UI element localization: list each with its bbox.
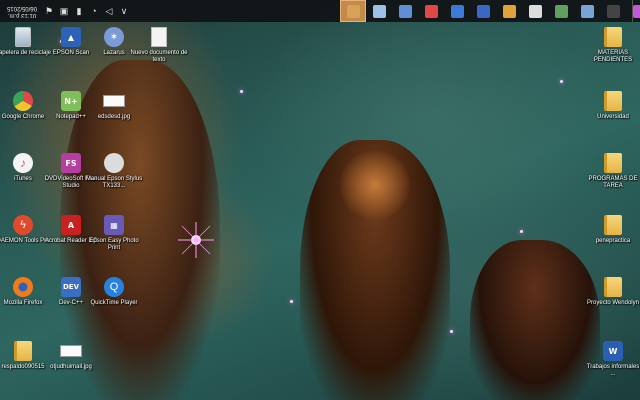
task-chrome-icon — [424, 4, 438, 18]
desktop-icon[interactable]: ▦ Epson Easy Photo Print — [85, 214, 143, 252]
word-doc-icon: W — [602, 340, 624, 362]
desktop-icon-label: Trabajos informales ... — [586, 364, 640, 377]
desktop-icon[interactable]: PROGRAMAS DE TAREA — [584, 152, 640, 190]
acrobat-icon: A — [60, 214, 82, 236]
recycle-bin-icon — [12, 26, 34, 48]
desktop-icon[interactable]: W Trabajos informales ... — [584, 340, 640, 378]
task-window-icon — [346, 4, 360, 18]
image-file-icon — [60, 340, 82, 362]
lazarus-icon: ✶ — [103, 26, 125, 48]
desktop-icon-label: PROGRAMAS DE TAREA — [588, 176, 638, 189]
manual-icon — [103, 152, 125, 174]
task-clipboard[interactable] — [548, 0, 574, 22]
itunes-icon: ♪ — [12, 152, 34, 174]
desktop-icon[interactable]: Q QuickTime Player — [85, 276, 143, 307]
wallpaper-star — [240, 90, 243, 93]
wallpaper-glow — [340, 150, 410, 220]
notepad-plus-icon: N+ — [60, 90, 82, 112]
task-clipboard-icon — [554, 4, 568, 18]
desktop-icon[interactable]: Manual Epson Stylus TX133... — [85, 152, 143, 190]
task-photos[interactable] — [574, 0, 600, 22]
quicktime-icon: Q — [103, 276, 125, 298]
task-notepad[interactable] — [366, 0, 392, 22]
clock[interactable]: 01:13 p.m. 06/05/2015 — [4, 0, 40, 22]
desktop-icon[interactable]: Universidad — [584, 90, 640, 121]
task-people-icon — [476, 4, 490, 18]
firefox-icon — [12, 276, 34, 298]
desktop-icon-label: Manual Epson Stylus TX133... — [85, 176, 143, 189]
devcpp-icon: DEV — [60, 276, 82, 298]
task-gear-icon — [528, 4, 542, 18]
network-icon[interactable]: ⚑ — [43, 4, 55, 18]
task-explorer[interactable] — [444, 0, 470, 22]
desktop-icon[interactable]: edsdesd.jpg — [85, 90, 143, 121]
task-colors[interactable] — [496, 0, 522, 22]
task-media-icon — [606, 4, 620, 18]
desktop-icon-label: QuickTime Player — [90, 300, 138, 306]
desktop-icon-label: Epson Easy Photo Print — [89, 238, 139, 251]
desktop-icon[interactable]: penepractica — [584, 214, 640, 245]
desktop-icon-label: otjudhuimail.jpg — [50, 364, 92, 370]
desktop-icon-label: edsdesd.jpg — [97, 114, 131, 120]
taskbar: 01:13 p.m. 06/05/2015 ⚑ ▣ ▮ ◔ ◁ ∨ — [0, 0, 640, 22]
dvdvideosoft-icon: FS — [60, 152, 82, 174]
scanner-icon: ▲ — [60, 26, 82, 48]
task-photos-icon — [580, 4, 594, 18]
task-people[interactable] — [470, 0, 496, 22]
task-settings-icon — [398, 4, 412, 18]
wallpaper-star — [290, 300, 293, 303]
folder-icon — [602, 214, 624, 236]
system-tray: 01:13 p.m. 06/05/2015 ⚑ ▣ ▮ ◔ ◁ ∨ — [0, 0, 130, 22]
desktop-icon[interactable]: Proyecto Wendolyn — [584, 276, 640, 307]
chevron-up-icon[interactable]: ∨ — [118, 4, 130, 18]
daemon-tools-icon: ϟ — [12, 214, 34, 236]
volume-icon[interactable]: ◁ — [103, 4, 115, 18]
clock-time: 01:13 p.m. — [7, 12, 37, 18]
folder-icon — [602, 90, 624, 112]
desktop-icon-label: MATERIAS PENDIENTES — [593, 50, 633, 63]
battery-icon[interactable]: ▮ — [73, 4, 85, 18]
task-settings[interactable] — [392, 0, 418, 22]
wallpaper-star-flare — [178, 222, 214, 258]
task-chrome[interactable] — [418, 0, 444, 22]
desktop-icon[interactable]: otjudhuimail.jpg — [42, 340, 100, 371]
desktop-icon-label: penepractica — [595, 238, 631, 244]
epson-photo-icon: ▦ — [103, 214, 125, 236]
folder-icon — [602, 26, 624, 48]
desktop-icon-label: Nuevo documento de texto — [130, 50, 188, 63]
task-explorer-icon — [450, 4, 464, 18]
taskbar-pinned-apps — [340, 0, 640, 22]
task-media[interactable] — [600, 0, 626, 22]
wallpaper-star — [520, 230, 523, 233]
task-window[interactable] — [340, 0, 366, 22]
chrome-icon — [12, 90, 34, 112]
wallpaper-pillar-right — [470, 240, 600, 400]
desktop-icon[interactable]: MATERIAS PENDIENTES — [584, 26, 640, 64]
desktop-icon-label: Proyecto Wendolyn — [587, 300, 639, 306]
folder-icon — [602, 276, 624, 298]
message-icon[interactable]: ▣ — [58, 4, 70, 18]
desktop-icon-label: Universidad — [597, 114, 629, 120]
show-desktop-button[interactable] — [632, 0, 640, 22]
folder-icon — [602, 152, 624, 174]
task-gear[interactable] — [522, 0, 548, 22]
wallpaper-star — [560, 80, 563, 83]
task-notepad-icon — [372, 4, 386, 18]
wallpaper-star — [450, 330, 453, 333]
text-file-icon — [148, 26, 170, 48]
clock-date: 06/05/2015 — [6, 5, 38, 11]
desktop-icon[interactable]: Nuevo documento de texto — [130, 26, 188, 64]
folder-icon — [12, 340, 34, 362]
task-colors-icon — [502, 4, 516, 18]
wifi-icon[interactable]: ◔ — [88, 4, 100, 18]
image-file-icon — [103, 90, 125, 112]
